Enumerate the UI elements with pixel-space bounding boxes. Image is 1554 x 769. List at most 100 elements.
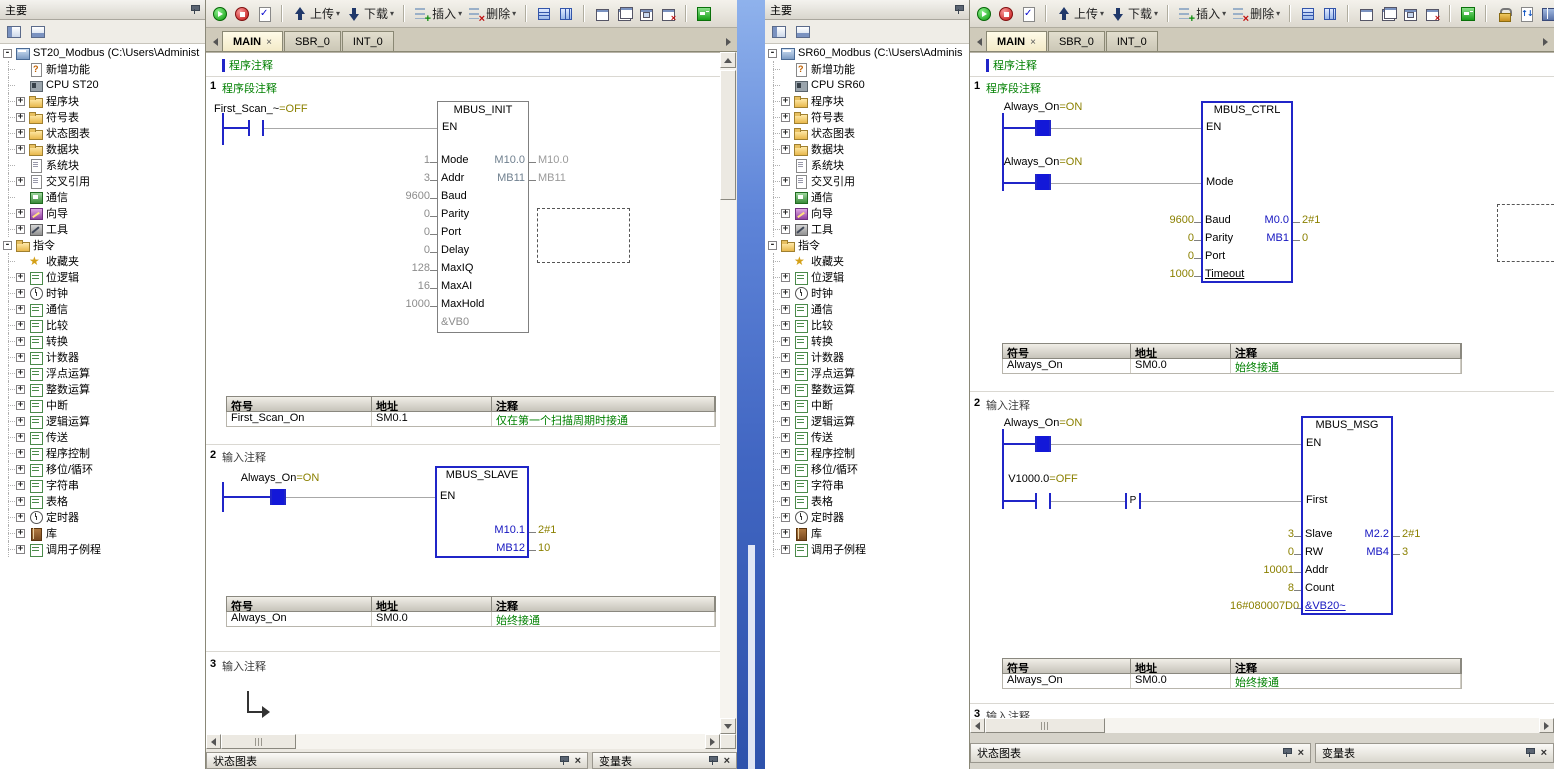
panel-titlebar[interactable]: 主要	[0, 0, 205, 20]
tree-item[interactable]: + 符号表	[0, 109, 205, 125]
toolbar-button[interactable]	[1039, 2, 1053, 25]
tree-item[interactable]: + 整数运算	[765, 381, 969, 397]
toolbar-button[interactable]: 插入 ▾	[411, 2, 465, 25]
expander-icon[interactable]: +	[781, 529, 790, 538]
mbus-ctrl-block[interactable]: MBUS_CTRL EN Mode 9600 Baud M0.0 2#1	[1130, 101, 1430, 283]
tree-root-instructions[interactable]: - 指令	[0, 237, 205, 253]
expander-icon[interactable]: +	[781, 449, 790, 458]
toolbar-button[interactable]	[253, 2, 275, 25]
expander-icon[interactable]: +	[16, 465, 25, 474]
contact-always-on[interactable]	[270, 489, 286, 505]
tree-item[interactable]: + 数据块	[765, 141, 969, 157]
tree-item[interactable]: 通信	[0, 189, 205, 205]
toolbar-button[interactable]: 下载 ▾	[343, 2, 397, 25]
tree-item[interactable]: + 字符串	[0, 477, 205, 493]
tree-item[interactable]: + 传送	[0, 429, 205, 445]
editor-tab[interactable]: MAIN ×	[222, 31, 283, 51]
toolbar-button[interactable]	[397, 2, 411, 25]
toolbar-button[interactable]	[693, 2, 715, 25]
network-comment[interactable]: 输入注释	[222, 449, 266, 465]
program-comment[interactable]: 程序注释	[993, 57, 1037, 73]
expander-icon[interactable]: +	[781, 305, 790, 314]
pin-icon[interactable]	[1282, 748, 1292, 758]
toolbar-button[interactable]	[591, 2, 613, 25]
tab-scroll-right[interactable]	[721, 33, 735, 51]
tree-item[interactable]: + 比较	[765, 317, 969, 333]
symbol-row[interactable]: First_Scan_On SM0.1 仅在第一个扫描周期时接通	[226, 412, 716, 427]
toolbar-button[interactable]	[231, 2, 253, 25]
toolbar-button[interactable]	[1443, 2, 1457, 25]
panel-view-button[interactable]	[793, 23, 813, 41]
network-comment[interactable]: 输入注释	[222, 658, 266, 674]
tree-item[interactable]: + 状态图表	[765, 125, 969, 141]
expander-icon[interactable]: +	[16, 337, 25, 346]
expander-icon[interactable]: +	[16, 225, 25, 234]
tab-close-icon[interactable]: ×	[266, 37, 272, 48]
toolbar-button[interactable]	[657, 2, 679, 25]
expander-icon[interactable]: +	[16, 209, 25, 218]
expander-icon[interactable]	[16, 193, 25, 202]
close-icon[interactable]: ×	[1298, 748, 1304, 758]
tree-item[interactable]: + 库	[765, 525, 969, 541]
tree-item[interactable]: + 表格	[765, 493, 969, 509]
expander-icon[interactable]: +	[16, 305, 25, 314]
toolbar-button[interactable]	[1399, 2, 1421, 25]
expander-icon[interactable]: +	[781, 385, 790, 394]
tab-scroll-right[interactable]	[1538, 33, 1552, 51]
toolbar-button[interactable]	[1377, 2, 1399, 25]
panel-view-button[interactable]	[769, 23, 789, 41]
expander-icon[interactable]: +	[16, 113, 25, 122]
expander-icon[interactable]: +	[781, 369, 790, 378]
scroll-thumb[interactable]	[985, 718, 1105, 733]
close-icon[interactable]: ×	[724, 756, 730, 766]
expander-icon[interactable]	[781, 65, 790, 74]
toolbar-button[interactable]	[555, 2, 577, 25]
scroll-up-button[interactable]	[720, 52, 736, 68]
tree-item[interactable]: + 移位/循环	[0, 461, 205, 477]
tree-item[interactable]: + 浮点运算	[765, 365, 969, 381]
toolbar-button[interactable]	[1283, 2, 1297, 25]
expander-icon[interactable]: +	[781, 129, 790, 138]
expander-icon[interactable]: +	[16, 417, 25, 426]
toolbar-button[interactable]	[1017, 2, 1039, 25]
expander-icon[interactable]	[16, 81, 25, 90]
contact-always-on[interactable]	[1035, 120, 1051, 136]
expander-icon[interactable]: +	[781, 465, 790, 474]
contact-first-scan[interactable]	[248, 120, 264, 136]
pin-icon[interactable]	[954, 5, 964, 15]
dock-status-chart[interactable]: 状态图表 ×	[970, 743, 1311, 763]
positive-edge-element[interactable]: P	[1125, 493, 1141, 509]
toolbar-button[interactable]: 插入 ▾	[1175, 2, 1229, 25]
scroll-down-button[interactable]	[720, 718, 736, 734]
block-pin-row[interactable]: 1000 Timeout	[1130, 265, 1430, 283]
expander-icon[interactable]: +	[781, 113, 790, 122]
network-comment[interactable]: 程序段注释	[222, 80, 277, 96]
dropdown-arrow-icon[interactable]: ▾	[458, 9, 462, 18]
block-pin-row[interactable]: 9600 Baud	[366, 187, 646, 205]
block-pin-row[interactable]: 9600 Baud M0.0 2#1	[1130, 211, 1430, 229]
tree-item[interactable]: + 表格	[0, 493, 205, 509]
tree-item[interactable]: + 转换	[765, 333, 969, 349]
expander-icon[interactable]: +	[16, 369, 25, 378]
dropdown-arrow-icon[interactable]: ▾	[1222, 9, 1226, 18]
tab-close-icon[interactable]: ×	[1030, 37, 1036, 48]
expander-icon[interactable]: +	[16, 449, 25, 458]
contact-always-on[interactable]	[1035, 436, 1051, 452]
tree-item[interactable]: + 字符串	[765, 477, 969, 493]
network-comment[interactable]: 输入注释	[986, 397, 1030, 413]
expander-icon[interactable]: +	[16, 321, 25, 330]
toolbar-button[interactable]	[635, 2, 657, 25]
expander-icon[interactable]: +	[781, 177, 790, 186]
expander-icon[interactable]: +	[781, 545, 790, 554]
tree-item[interactable]: + 浮点运算	[0, 365, 205, 381]
block-pin-row[interactable]: 3 Slave M2.2 2#1	[1230, 525, 1530, 543]
tab-scroll-left[interactable]	[208, 33, 222, 51]
mbus-slave-block[interactable]: MBUS_SLAVE EN M10.1 2#1	[364, 466, 644, 558]
editor-tab[interactable]: MAIN ×	[986, 31, 1047, 51]
toolbar-button[interactable]	[577, 2, 591, 25]
block-pin-row[interactable]: 1 Mode M10.0 M10.0	[366, 151, 646, 169]
dock-variable-table[interactable]: 变量表 ×	[592, 752, 737, 769]
tab-scroll-left[interactable]	[972, 33, 986, 51]
tree-item[interactable]: + 交叉引用	[765, 173, 969, 189]
tree-item[interactable]: CPU SR60	[765, 77, 969, 93]
